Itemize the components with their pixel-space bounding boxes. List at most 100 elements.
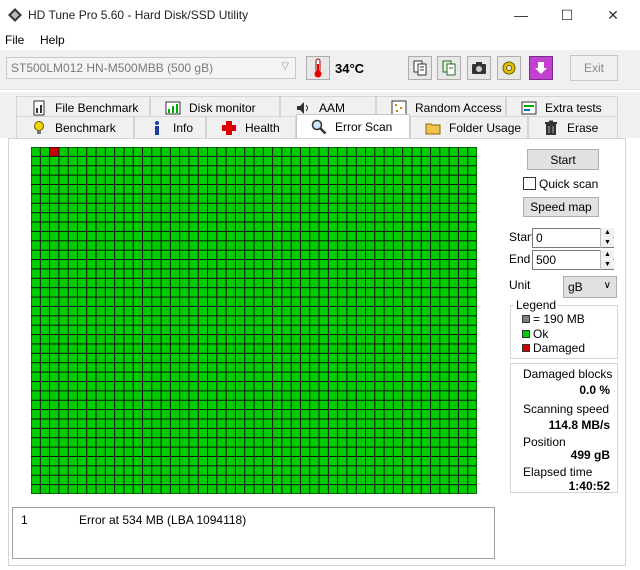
ok-block <box>273 250 282 260</box>
error-log[interactable]: 1 Error at 534 MB (LBA 1094118) <box>12 507 495 559</box>
tab-extra-tests[interactable]: Extra tests <box>506 96 618 118</box>
ok-block <box>366 381 375 391</box>
ok-block <box>105 372 115 381</box>
options-button[interactable] <box>497 56 521 80</box>
thermometer-button[interactable] <box>306 56 330 80</box>
menu-help[interactable]: Help <box>40 33 65 47</box>
maximize-button[interactable]: ☐ <box>544 0 590 30</box>
ok-block <box>310 147 319 156</box>
ok-block <box>217 185 226 194</box>
ok-block <box>235 353 245 363</box>
end-spinner[interactable]: ▲ ▼ <box>600 250 614 270</box>
ok-block <box>217 194 226 203</box>
ok-block <box>338 410 347 419</box>
ok-block <box>263 316 273 325</box>
drive-select[interactable]: ST500LM012 HN-M500MBB (500 gB) ▽ <box>6 57 296 79</box>
ok-block <box>468 438 477 447</box>
copy-all-button[interactable] <box>437 56 461 80</box>
ok-block <box>366 438 375 447</box>
spin-down-icon[interactable]: ▼ <box>601 260 614 269</box>
close-button[interactable]: ✕ <box>590 0 636 30</box>
screenshot-button[interactable] <box>467 56 491 80</box>
quick-scan-label[interactable]: Quick scan <box>539 177 598 191</box>
ok-block <box>384 363 393 372</box>
health-cross-icon <box>222 120 236 135</box>
ok-block <box>449 466 458 475</box>
ok-block <box>366 156 375 166</box>
spin-down-icon[interactable]: ▼ <box>601 238 614 247</box>
ok-block <box>458 269 468 278</box>
ok-block <box>421 466 431 475</box>
ok-block <box>245 260 254 269</box>
ok-block <box>189 381 198 391</box>
ok-block <box>124 306 133 316</box>
ok-block <box>40 353 50 363</box>
ok-block <box>40 428 50 438</box>
ok-block <box>143 447 152 456</box>
ok-block <box>50 250 59 260</box>
ok-block <box>208 466 217 475</box>
ok-block <box>105 410 115 419</box>
ok-block <box>393 269 403 278</box>
ok-block <box>291 203 300 213</box>
minimize-button[interactable]: — <box>498 0 544 30</box>
ok-block <box>124 260 133 269</box>
start-button[interactable]: Start <box>527 149 599 170</box>
ok-block <box>431 231 440 241</box>
tab-disk-monitor[interactable]: Disk monitor <box>150 96 280 118</box>
ok-block <box>245 447 254 456</box>
ok-block <box>338 372 347 381</box>
ok-block <box>458 372 468 381</box>
scanning-speed-value: 114.8 MB/s <box>548 418 610 432</box>
trash-icon <box>545 120 557 135</box>
tab-folder-usage[interactable]: Folder Usage <box>410 116 528 138</box>
quick-scan-checkbox[interactable] <box>523 177 536 190</box>
ok-block <box>273 466 282 475</box>
ok-block <box>356 269 365 278</box>
exit-button[interactable]: Exit <box>570 55 618 81</box>
ok-block <box>319 175 328 185</box>
menu-file[interactable]: File <box>5 33 24 47</box>
ok-block <box>59 222 68 231</box>
tab-erase[interactable]: Erase <box>528 116 618 138</box>
ok-block <box>449 372 458 381</box>
spin-up-icon[interactable]: ▲ <box>601 250 614 259</box>
unit-select[interactable]: gB ∨ <box>563 276 617 298</box>
save-button[interactable] <box>529 56 553 80</box>
ok-block <box>161 344 170 353</box>
ok-block <box>282 213 291 222</box>
ok-block <box>338 447 347 456</box>
tab-file-benchmark[interactable]: File Benchmark <box>16 96 150 118</box>
tab-info[interactable]: Info <box>134 116 206 138</box>
start-spinner[interactable]: ▲ ▼ <box>600 228 614 248</box>
spin-up-icon[interactable]: ▲ <box>601 228 614 237</box>
ok-block <box>226 410 235 419</box>
ok-block <box>152 400 161 410</box>
ok-block <box>59 260 68 269</box>
ok-block <box>235 147 245 156</box>
ok-block <box>115 372 124 381</box>
ok-block <box>68 400 77 410</box>
ok-block <box>40 156 50 166</box>
tab-health[interactable]: Health <box>206 116 296 138</box>
unit-select-value: gB <box>568 280 583 294</box>
ok-block <box>338 485 347 494</box>
ok-block <box>412 147 421 156</box>
ok-block <box>254 166 263 175</box>
tab-benchmark[interactable]: Benchmark <box>16 116 134 138</box>
ok-block <box>328 485 338 494</box>
ok-block <box>208 485 217 494</box>
ok-block <box>421 456 431 466</box>
ok-block <box>143 260 152 269</box>
ok-block <box>458 344 468 353</box>
ok-block <box>421 222 431 231</box>
ok-block <box>393 297 403 306</box>
copy-info-button[interactable] <box>408 56 432 80</box>
tab-error-scan[interactable]: Error Scan <box>296 114 410 138</box>
ok-block <box>50 485 59 494</box>
ok-block <box>170 363 180 372</box>
ok-block <box>328 475 338 485</box>
ok-block <box>50 344 59 353</box>
speed-map-button[interactable]: Speed map <box>523 197 599 217</box>
ok-block <box>198 260 208 269</box>
